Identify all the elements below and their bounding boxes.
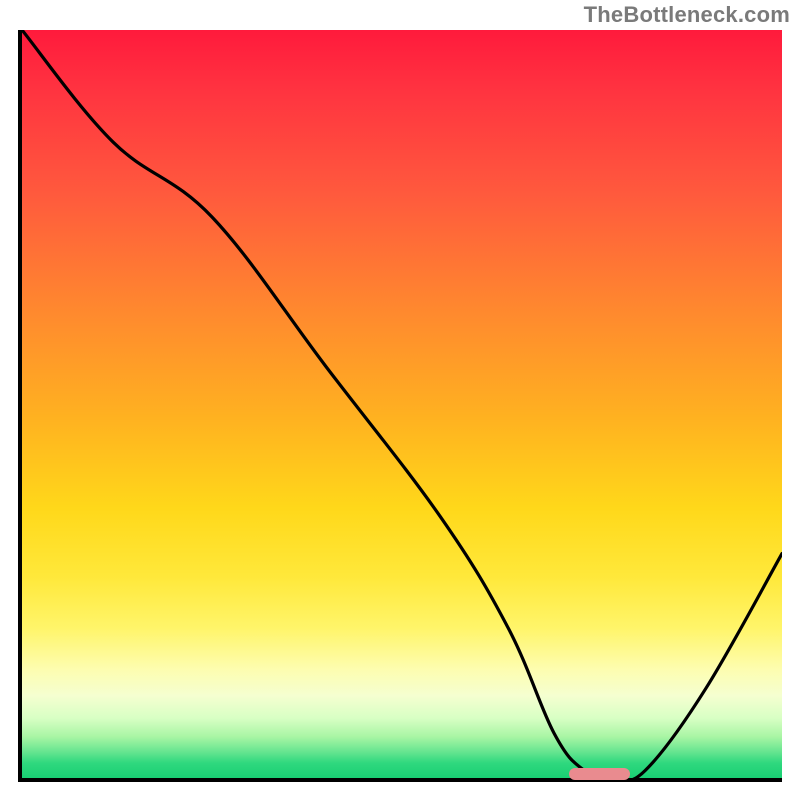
curve-layer [22, 30, 782, 778]
bottleneck-chart: TheBottleneck.com [0, 0, 800, 800]
watermark-text: TheBottleneck.com [584, 2, 790, 28]
bottleneck-curve-path [22, 30, 782, 778]
optimal-range-marker [569, 768, 630, 780]
plot-area [18, 30, 782, 782]
